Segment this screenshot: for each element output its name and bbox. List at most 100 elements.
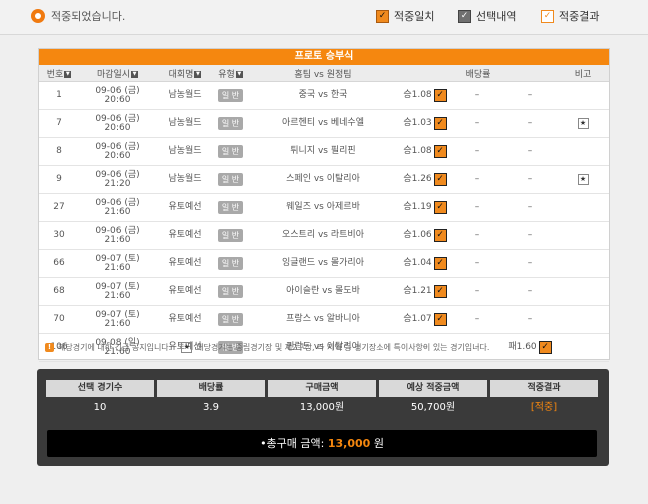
odds-empty: – [527,146,533,156]
note [557,249,610,278]
odds-cell[interactable]: 승1.06 ✓ [400,229,450,242]
header-deadline[interactable]: 마감일시 ▼ [79,65,156,82]
type: 일 반 [214,109,247,138]
odds-cell[interactable]: 승1.26 ✓ [400,173,450,186]
match-no: 66 [39,249,79,278]
league: 유토예선 [156,249,214,278]
header-odds: 배당률 [399,65,558,82]
legend-selection: ✓ 선택내역 [458,8,516,24]
star-icon: ★ [181,342,193,353]
alert-icon: ! [45,343,54,352]
header-no[interactable]: 번호 ▼ [39,65,79,82]
check-icon[interactable]: ✓ [433,89,447,102]
type: 일 반 [214,137,247,166]
odds-empty: – [474,258,480,268]
check-icon[interactable]: ✓ [433,285,447,298]
table-row: 1 09-06 (금) 20:60 남농월드 일 반 중국 vs 한국 승1.08 ✓ – – [39,81,610,110]
header-league[interactable]: 대회명 ▼ [156,65,214,82]
table-header: 번호 ▼ 마감일시 ▼ 대회명 ▼ 유형 ▼ 홈팀 vs 원정팀 배당률 비고 [39,65,610,82]
total-label: •총구매 금액: [260,437,325,450]
table-row: 27 09-06 (금) 21:60 유토예선 일 반 웨일즈 vs 아제르바 승1.19 ✓… [39,193,610,222]
note [557,137,610,166]
type-badge: 일 반 [217,173,244,186]
type: 일 반 [214,193,247,222]
odds-cell[interactable]: 승1.08 ✓ [400,89,450,102]
status-text: 적중되었습니다. [51,10,126,23]
match-no: 68 [39,277,79,306]
summary-panel: 선택 경기수 10 배당률 3.9 구매금액 13,000원 예상 적중금액 5… [37,369,609,466]
check-icon: ✓ [376,9,389,23]
note [557,277,610,306]
type-badge: 일 반 [217,313,244,326]
odds-cell[interactable]: 승1.03 ✓ [400,117,450,130]
odds-empty: – [474,146,480,156]
odds-empty: – [527,230,533,240]
type: 일 반 [214,277,247,306]
odds-cell[interactable]: 승1.07 ✓ [400,313,450,326]
status-dot-icon [31,9,45,23]
check-icon[interactable]: ✓ [433,201,447,214]
odds-empty: – [474,118,480,128]
odds-cell[interactable]: 승1.19 ✓ [400,201,450,214]
league: 남농월드 [156,109,214,138]
match: 웨일즈 vs 아제르바 [247,193,399,222]
top-bar: 적중되었습니다. ✓ 적중일치 ✓ 선택내역 ✓ 적중결과 [0,0,648,35]
check-icon[interactable]: ✓ [433,173,447,186]
odds-cell[interactable]: 패1.60 ✓ [504,341,556,354]
note: ★ [557,165,610,194]
summary-purchase: 구매금액 13,000원 [268,380,376,418]
league: 유토예선 [156,277,214,306]
league: 유토예선 [156,305,214,334]
odds-cell[interactable]: 승1.08 ✓ [400,145,450,158]
sort-down-icon[interactable]: ▼ [64,70,72,78]
table-row: 66 09-07 (토) 21:60 유토예선 일 반 잉글랜드 vs 몰가리아 승1.04… [39,249,610,278]
sort-down-icon[interactable]: ▼ [131,70,139,78]
check-icon[interactable]: ✓ [538,341,552,354]
type-badge: 일 반 [217,145,244,158]
table-row: 70 09-07 (토) 21:60 유토예선 일 반 프랑스 vs 알바니아 승1.07 ✓… [39,305,610,334]
match: 아르헨티 vs 베네수엘 [247,109,399,138]
summary-result: 적중결과 [적중] [490,380,598,418]
check-icon[interactable]: ✓ [433,145,447,158]
type-badge: 일 반 [217,229,244,242]
header-type[interactable]: 유형 ▼ [214,65,247,82]
note [557,221,610,250]
summary-odds: 배당률 3.9 [157,380,265,418]
match-no: 8 [39,137,79,166]
type-badge: 일 반 [217,257,244,270]
check-icon[interactable]: ✓ [433,313,447,326]
bet-table: 번호 ▼ 마감일시 ▼ 대회명 ▼ 유형 ▼ 홈팀 vs 원정팀 배당률 비고 1 09-… [39,65,610,362]
sort-down-icon[interactable]: ▼ [194,70,202,78]
league: 남농월드 [156,137,214,166]
check-icon: ✓ [541,9,554,23]
check-icon[interactable]: ✓ [433,229,447,242]
deadline: 09-07 (토) 21:60 [79,249,156,278]
note [557,305,610,334]
odds-cell[interactable]: 승1.21 ✓ [400,285,450,298]
legend-result: ✓ 적중결과 [541,8,599,24]
match-no: 30 [39,221,79,250]
odds-empty: – [527,90,533,100]
summary-expected: 예상 적중금액 50,700원 [379,380,487,418]
deadline: 09-06 (금) 21:60 [79,221,156,250]
legend-match: ✓ 적중일치 [376,8,434,24]
type: 일 반 [214,165,247,194]
match: 오스트리 vs 라트비아 [247,221,399,250]
check-icon[interactable]: ✓ [433,257,447,270]
table-row: 9 09-06 (금) 21:20 남농월드 일 반 스페인 vs 이탈리아 승1.26 ✓ –… [39,165,610,194]
deadline: 09-06 (금) 20:60 [79,109,156,138]
match-no: 27 [39,193,79,222]
sort-down-icon[interactable]: ▼ [235,70,243,78]
star-icon: ★ [577,118,589,129]
odds-cell[interactable]: 승1.04 ✓ [400,257,450,270]
match: 스페인 vs 이탈리아 [247,165,399,194]
deadline: 09-06 (금) 21:20 [79,165,156,194]
odds-empty: – [527,258,533,268]
legend-label: 적중일치 [394,10,435,23]
note: ★ [557,109,610,138]
legend-label: 적중결과 [559,10,600,23]
league: 남농월드 [156,165,214,194]
match: 잉글랜드 vs 몰가리아 [247,249,399,278]
table-row: 8 09-06 (금) 20:60 남농월드 일 반 튀니지 vs 필리핀 승1.08 ✓ – – [39,137,610,166]
check-icon[interactable]: ✓ [433,117,447,130]
